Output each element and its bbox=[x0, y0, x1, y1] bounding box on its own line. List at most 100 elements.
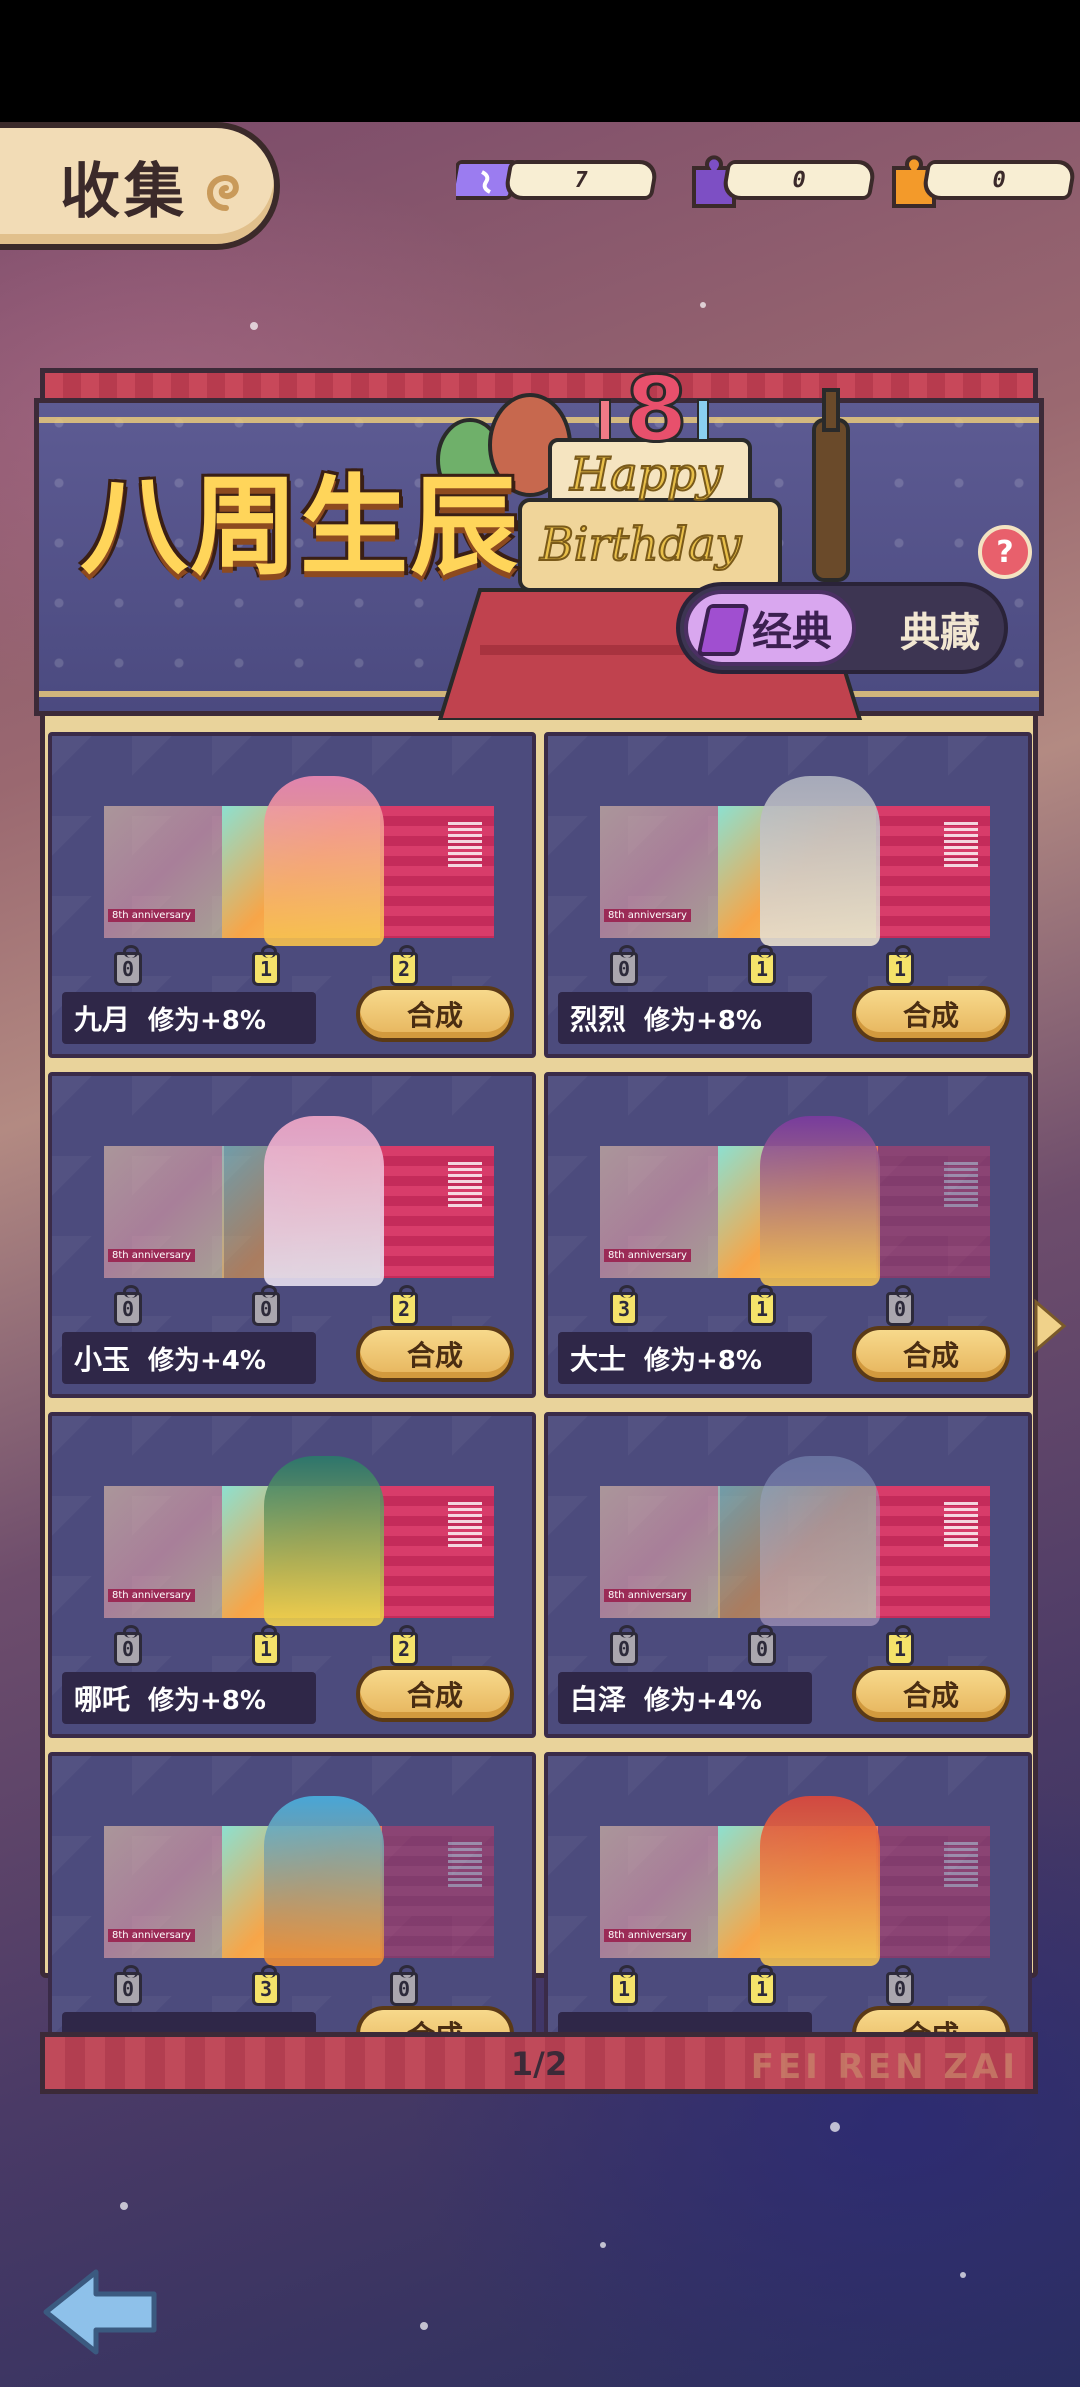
sparkle bbox=[830, 2122, 840, 2132]
character-info: 九月 修为+8% bbox=[62, 992, 316, 1044]
puzzle-piece-3 bbox=[380, 1826, 494, 1958]
piece-count-tag: 0 bbox=[610, 1625, 638, 1666]
toggle-classic-label: 经典 bbox=[752, 609, 832, 655]
piece-count-tag: 2 bbox=[390, 945, 418, 986]
back-arrow-icon[interactable] bbox=[36, 2262, 166, 2362]
piece-count-tag: 0 bbox=[748, 1625, 776, 1666]
purple-puzzle-counter: 0 bbox=[684, 150, 878, 208]
help-button[interactable]: ? bbox=[978, 525, 1032, 579]
sparkle bbox=[600, 2242, 606, 2248]
puzzle-ticket-artwork: 8th anniversary bbox=[600, 1456, 990, 1626]
anniversary-tag: 8th anniversary bbox=[108, 1589, 195, 1602]
character-figure bbox=[264, 1116, 384, 1286]
watermark-text: FEI REN ZAI bbox=[750, 2047, 1019, 2087]
anniversary-tag: 8th anniversary bbox=[604, 1929, 691, 1942]
cultivation-bonus: 修为+8% bbox=[148, 1005, 266, 1036]
piece-count-tag: 1 bbox=[610, 1965, 638, 2006]
synthesize-button[interactable]: 合成 bbox=[356, 986, 514, 1042]
piece-count-tag: 1 bbox=[748, 945, 776, 986]
sparkle bbox=[700, 302, 706, 308]
screen-title: 收集 bbox=[60, 156, 188, 227]
puzzle-piece-3 bbox=[380, 806, 494, 938]
piece-count-tag: 0 bbox=[252, 1285, 280, 1326]
synthesize-button[interactable]: 合成 bbox=[356, 1326, 514, 1382]
puzzle-piece-3 bbox=[380, 1486, 494, 1618]
piece-count-tag: 1 bbox=[252, 945, 280, 986]
character-card[interactable]: 8th anniversary 0 1 2 哪吒 修为+8% 合成 bbox=[48, 1412, 536, 1738]
anniversary-tag: 8th anniversary bbox=[604, 909, 691, 922]
piece-count-tag: 0 bbox=[114, 945, 142, 986]
status-bar bbox=[0, 0, 1080, 122]
character-card[interactable]: 8th anniversary 3 1 0 大士 修为+8% 合成 bbox=[544, 1072, 1032, 1398]
character-figure bbox=[264, 1456, 384, 1626]
collection-mode-toggle[interactable]: 经典 典藏 bbox=[676, 582, 1008, 674]
character-figure bbox=[760, 1116, 880, 1286]
toggle-collection-label[interactable]: 典藏 bbox=[900, 600, 980, 658]
synthesize-button[interactable]: 合成 bbox=[852, 2006, 1010, 2032]
character-info: 白泽 修为+4% bbox=[558, 1672, 812, 1724]
piece-count-tag: 0 bbox=[610, 945, 638, 986]
anniversary-tag: 8th anniversary bbox=[108, 909, 195, 922]
character-name: 白泽 bbox=[570, 1683, 627, 1716]
ticket-counter: 7 bbox=[456, 150, 660, 206]
cultivation-bonus: 修为+4% bbox=[644, 1685, 762, 1716]
piece-count-tag: 0 bbox=[114, 1285, 142, 1326]
pagination-bar: 1/2 FEI REN ZAI bbox=[40, 2032, 1038, 2094]
cultivation-bonus: 修为+8% bbox=[148, 1685, 266, 1716]
character-figure bbox=[760, 776, 880, 946]
cultivation-bonus: 修为+4% bbox=[148, 1345, 266, 1376]
character-card[interactable]: 8th anniversary 0 1 1 烈烈 修为+8% 合成 bbox=[544, 732, 1032, 1058]
toggle-classic[interactable]: 经典 bbox=[684, 590, 856, 666]
svg-text:Birthday: Birthday bbox=[539, 517, 742, 571]
ticket-count: 7 bbox=[502, 160, 660, 200]
synthesize-button[interactable]: 合成 bbox=[356, 2006, 514, 2032]
swirl-ornament-icon bbox=[207, 175, 239, 211]
orange-puzzle-counter: 0 bbox=[884, 150, 1078, 208]
cultivation-bonus: 修为+8% bbox=[644, 1005, 762, 1036]
character-name: 大士 bbox=[570, 1343, 627, 1376]
character-figure bbox=[264, 1796, 384, 1966]
character-name: 小玉 bbox=[74, 1343, 131, 1376]
character-info: 烈烈 修为+8% bbox=[558, 992, 812, 1044]
character-card[interactable]: 8th anniversary 0 0 1 白泽 修为+4% 合成 bbox=[544, 1412, 1032, 1738]
character-card[interactable]: 8th anniversary 0 0 2 小玉 修为+4% 合成 bbox=[48, 1072, 536, 1398]
synthesize-button[interactable]: 合成 bbox=[852, 986, 1010, 1042]
piece-count-tag: 2 bbox=[390, 1625, 418, 1666]
piece-count-tag: 1 bbox=[886, 945, 914, 986]
puzzle-ticket-artwork: 8th anniversary bbox=[104, 1796, 494, 1966]
puzzle-piece-3 bbox=[380, 1146, 494, 1278]
anniversary-tag: 8th anniversary bbox=[604, 1589, 691, 1602]
character-card[interactable]: 8th anniversary 0 1 2 九月 修为+8% 合成 bbox=[48, 732, 536, 1058]
character-info: 大士 修为+8% bbox=[558, 1332, 812, 1384]
character-name: 九月 bbox=[74, 1003, 131, 1036]
next-page-arrow-icon[interactable] bbox=[1030, 1298, 1070, 1354]
sparkle bbox=[960, 2272, 966, 2278]
character-name: 哪吒 bbox=[74, 1683, 131, 1716]
character-name: 烈烈 bbox=[570, 1003, 627, 1036]
puzzle-ticket-artwork: 8th anniversary bbox=[104, 776, 494, 946]
character-figure bbox=[760, 1796, 880, 1966]
character-figure bbox=[264, 776, 384, 946]
character-info bbox=[62, 2012, 316, 2032]
synthesize-button[interactable]: 合成 bbox=[852, 1326, 1010, 1382]
piece-count-tag: 0 bbox=[114, 1965, 142, 2006]
piece-count-tag: 1 bbox=[748, 1965, 776, 2006]
character-card[interactable]: 8th anniversary 1 1 0合成 bbox=[544, 1752, 1032, 2032]
sparkle bbox=[420, 2322, 428, 2330]
screen-title-tab: 收集 bbox=[0, 122, 280, 250]
puzzle-ticket-artwork: 8th anniversary bbox=[104, 1116, 494, 1286]
piece-count-tag: 1 bbox=[748, 1285, 776, 1326]
puzzle-piece-3 bbox=[876, 1826, 990, 1958]
synthesize-button[interactable]: 合成 bbox=[356, 1666, 514, 1722]
synthesize-button[interactable]: 合成 bbox=[852, 1666, 1010, 1722]
puzzle-piece-3 bbox=[876, 806, 990, 938]
piece-count-tag: 1 bbox=[252, 1625, 280, 1666]
purple-puzzle-count: 0 bbox=[720, 160, 878, 200]
character-figure bbox=[760, 1456, 880, 1626]
piece-count-tag: 0 bbox=[390, 1965, 418, 2006]
character-info bbox=[558, 2012, 812, 2032]
character-card[interactable]: 8th anniversary030合成 bbox=[48, 1752, 536, 2032]
piece-count-tag: 1 bbox=[886, 1625, 914, 1666]
orange-puzzle-count: 0 bbox=[920, 160, 1078, 200]
puzzle-ticket-artwork: 8th anniversary bbox=[600, 1116, 990, 1286]
